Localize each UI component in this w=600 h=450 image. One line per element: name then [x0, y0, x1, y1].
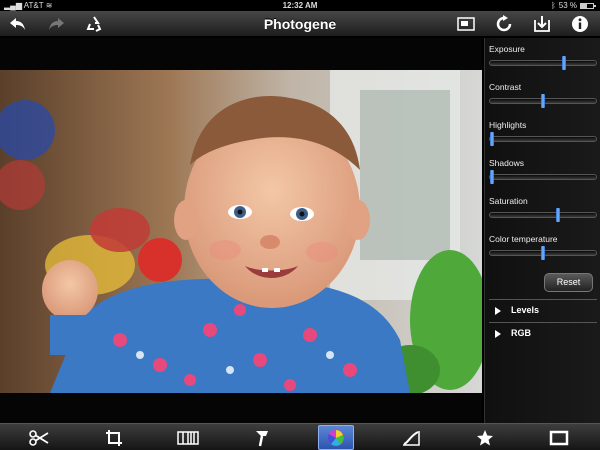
contrast-slider-thumb[interactable] [541, 94, 545, 108]
star-icon[interactable] [467, 424, 503, 450]
contrast-slider-group: Contrast [489, 81, 597, 108]
photo-canvas[interactable] [0, 38, 482, 423]
bottom-toolbar [0, 423, 600, 450]
exposure-label: Exposure [489, 44, 525, 54]
photo-image [0, 70, 482, 393]
highlights-slider[interactable] [489, 132, 597, 146]
clock: 12:32 AM [282, 1, 318, 10]
levels-label: Levels [511, 305, 540, 315]
status-bar: ▂▄▆ AT&T ≋ 12:32 AM ᛒ 53 % [0, 0, 600, 11]
exposure-slider-thumb[interactable] [562, 56, 567, 70]
disclosure-triangle-icon [495, 329, 501, 338]
shadows-slider-group: Shadows [489, 157, 597, 184]
exposure-slider-group: Exposure [489, 43, 597, 70]
rgb-section[interactable]: RGB [485, 323, 600, 343]
bluetooth-icon: ᛒ [550, 1, 556, 10]
levels-section[interactable]: Levels [485, 300, 600, 320]
saturation-slider[interactable] [489, 208, 597, 222]
saturation-slider-group: Saturation [489, 195, 597, 222]
color-temperature-slider[interactable] [489, 246, 597, 260]
saturation-slider-thumb[interactable] [555, 208, 560, 222]
rotate-crop-icon[interactable] [96, 424, 132, 450]
color-temperature-slider-thumb[interactable] [541, 246, 545, 260]
scissors-icon[interactable] [21, 424, 57, 450]
color-temperature-label: Color temperature [489, 234, 558, 244]
highlights-slider-group: Highlights [489, 119, 597, 146]
top-toolbar: Photogene [0, 11, 600, 37]
saturation-label: Saturation [489, 196, 528, 206]
highlights-label: Highlights [489, 120, 527, 130]
exposure-slider[interactable] [489, 56, 597, 70]
rgb-label: RGB [511, 328, 531, 338]
contrast-label: Contrast [489, 82, 522, 92]
shadows-label: Shadows [489, 158, 524, 168]
battery-percent: 53 % [558, 1, 577, 10]
frame-icon[interactable] [541, 424, 577, 450]
filmstrip-icon[interactable] [170, 424, 206, 450]
color-temperature-slider-group: Color temperature [489, 233, 597, 260]
photo-illustration [0, 70, 482, 393]
reset-button[interactable]: Reset [544, 273, 593, 292]
battery-indicator: ᛒ 53 % [550, 0, 596, 11]
battery-icon [580, 2, 596, 9]
shadows-slider[interactable] [489, 170, 597, 184]
disclosure-triangle-icon [495, 306, 501, 315]
shadows-slider-thumb[interactable] [490, 170, 494, 184]
brush-icon[interactable] [244, 424, 280, 450]
curves-icon[interactable] [393, 424, 429, 450]
color-wheel-icon[interactable] [318, 425, 354, 450]
adjustments-panel: Exposure Contrast Highlights Shadows Sat… [484, 38, 600, 423]
highlights-slider-thumb[interactable] [490, 132, 494, 146]
info-icon[interactable] [568, 13, 592, 35]
contrast-slider[interactable] [489, 94, 597, 108]
image-preview-icon[interactable] [454, 13, 478, 35]
save-icon[interactable] [530, 13, 554, 35]
refresh-icon[interactable] [492, 13, 516, 35]
